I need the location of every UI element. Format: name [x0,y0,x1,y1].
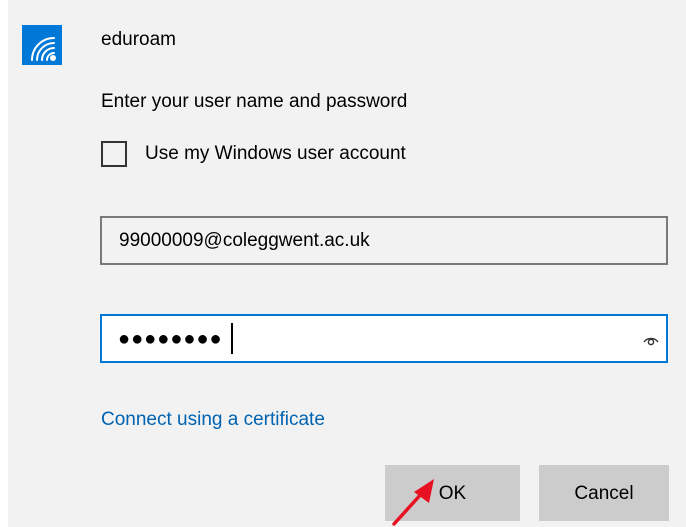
password-input[interactable]: ●●●●●●●● [100,314,668,363]
connect-certificate-link[interactable]: Connect using a certificate [101,408,325,432]
password-masked-text: ●●●●●●●● [118,328,223,350]
red-arrow-icon [392,479,434,526]
wifi-icon [22,25,62,65]
username-input[interactable]: 99000009@coleggwent.ac.uk [100,216,668,265]
eye-icon[interactable] [642,330,660,348]
windows-account-checkbox[interactable] [101,141,127,167]
network-name: eduroam [101,29,176,50]
credentials-prompt: Enter your user name and password [101,91,408,112]
cancel-button[interactable]: Cancel [539,465,669,521]
text-caret [231,323,233,354]
windows-account-label[interactable]: Use my Windows user account [145,142,406,166]
